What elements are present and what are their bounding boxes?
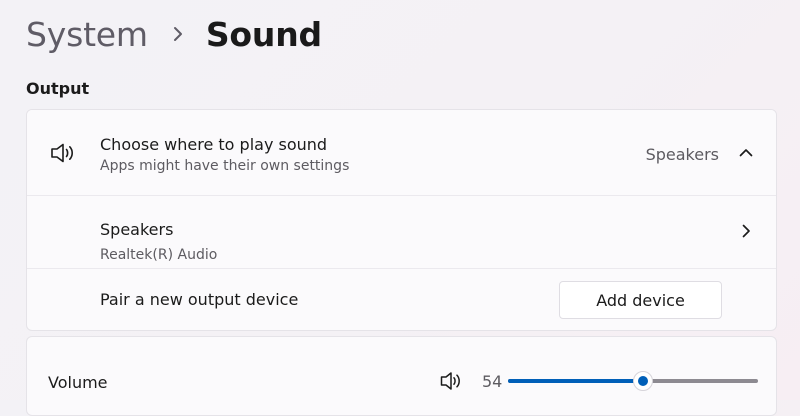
add-device-button[interactable]: Add device <box>559 281 722 319</box>
pair-output-title: Pair a new output device <box>100 290 299 309</box>
volume-slider-thumb[interactable] <box>633 371 653 391</box>
breadcrumb-system[interactable]: System <box>26 18 148 51</box>
choose-output-device-row[interactable]: Choose where to play sound Apps might ha… <box>27 110 776 195</box>
speaker-icon[interactable] <box>439 370 463 392</box>
volume-card: Volume 54 <box>26 336 777 416</box>
speaker-icon <box>49 141 77 165</box>
volume-value: 54 <box>482 372 503 391</box>
volume-slider[interactable] <box>508 371 758 391</box>
volume-slider-fill <box>508 379 643 383</box>
speakers-device-row[interactable]: Speakers Realtek(R) Audio <box>27 195 776 268</box>
output-section-title: Output <box>26 79 90 98</box>
chevron-right-icon <box>158 25 198 43</box>
choose-output-title: Choose where to play sound <box>100 135 328 154</box>
speakers-subtitle: Realtek(R) Audio <box>100 247 218 263</box>
breadcrumb: System Sound <box>26 12 322 56</box>
choose-output-subtitle: Apps might have their own settings <box>100 158 350 174</box>
speakers-title: Speakers <box>100 220 174 239</box>
output-settings-card: Choose where to play sound Apps might ha… <box>26 109 777 331</box>
volume-label: Volume <box>48 373 108 392</box>
chevron-right-icon[interactable] <box>738 223 754 239</box>
selected-output-device: Speakers <box>645 145 719 164</box>
page-title: Sound <box>205 14 322 54</box>
chevron-up-icon[interactable] <box>738 145 754 161</box>
pair-output-device-row: Pair a new output device Add device <box>27 268 776 330</box>
